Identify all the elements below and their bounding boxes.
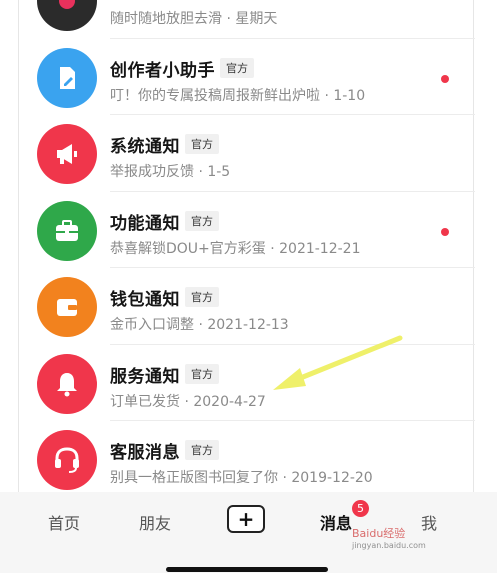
watermark-url: jingyan.baidu.com xyxy=(352,541,426,550)
tab-messages[interactable]: 消息 xyxy=(320,510,352,534)
messages-count-badge: 5 xyxy=(352,500,369,517)
plus-icon: + xyxy=(237,507,255,531)
tab-friends[interactable]: 朋友 xyxy=(139,510,171,534)
watermark-brand: Baidu经验 xyxy=(352,527,406,540)
create-button[interactable]: + xyxy=(227,505,265,533)
annotation-arrow xyxy=(273,335,403,390)
home-indicator xyxy=(166,567,328,572)
tab-home[interactable]: 首页 xyxy=(48,510,80,534)
watermark: Baidu经验 jingyan.baidu.com xyxy=(352,525,426,550)
tab-me[interactable]: 我 xyxy=(421,510,437,534)
bottom-tab-bar: 首页 朋友 + 消息 5 我 xyxy=(0,492,497,573)
